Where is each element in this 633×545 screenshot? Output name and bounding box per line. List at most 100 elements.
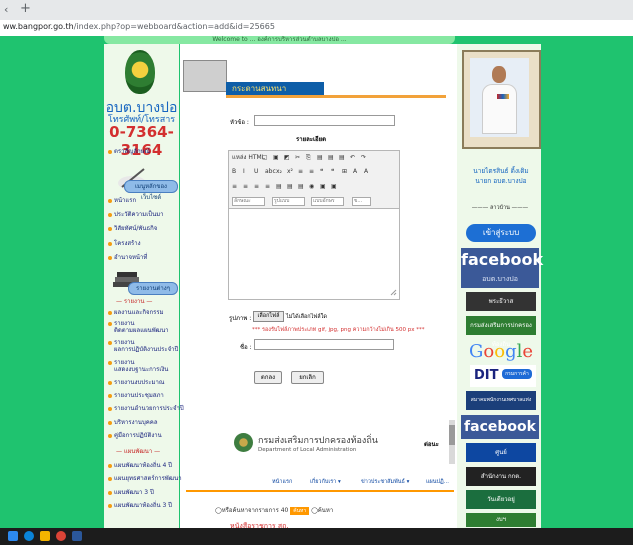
style-select[interactable]: ลักษณะ (232, 197, 265, 206)
editor-btn-2-12[interactable]: A (364, 168, 368, 175)
sidebar-item-activities[interactable]: ผลงานและกิจกรรม (108, 309, 164, 316)
banner-ad-10[interactable]: งบฯ (466, 513, 536, 527)
sidebar-item-budget[interactable]: รายงานงบประมาณ (108, 379, 164, 386)
editor-btn-2-4[interactable]: x₂ (276, 168, 282, 175)
sidebar-item-report-2-sub[interactable]: ผลการปฏิบัติงานประจำปี (114, 346, 178, 353)
sidebar-item-plan-4y[interactable]: แผนพัฒนาท้องถิ่น 4 ปี (108, 462, 172, 469)
banner-ad-2[interactable]: กรมส่งเสริมการปกครองท้องถิ่น (466, 316, 536, 348)
sidebar-item-report-3[interactable]: รายงาน (108, 359, 135, 366)
editor-btn-3-0[interactable]: ≡ (232, 183, 237, 190)
editor-btn-2-2[interactable]: U (254, 168, 258, 175)
banner-ad-5[interactable]: สมาคมพนักงานเทศบาลแห่งประเทศไทย (466, 391, 536, 422)
sidebar-item-history[interactable]: ประวัติความเป็นมา (108, 211, 164, 218)
editor-btn-3-1[interactable]: ≡ (243, 183, 248, 190)
sidebar-item-report-2[interactable]: รายงาน (108, 339, 135, 346)
editor-btn-1-0[interactable]: แหล่ง HTML (232, 154, 265, 161)
news-scroll-thumb[interactable] (449, 425, 455, 445)
windows-icon[interactable] (8, 531, 18, 541)
size-select[interactable]: ข... (352, 197, 371, 206)
editor-btn-1-3[interactable]: ◩ (284, 154, 290, 161)
editor-textarea[interactable] (228, 208, 400, 300)
editor-btn-1-6[interactable]: ▤ (317, 154, 323, 161)
board-logo (183, 60, 227, 92)
radio-list-option[interactable]: ◯ (215, 507, 222, 514)
word-icon[interactable] (72, 531, 82, 541)
format-select[interactable]: รูปแบบ (272, 197, 305, 206)
sidebar-item-annual[interactable]: รายงานอำนวยการประจำปี (108, 405, 184, 412)
sidebar-item-home[interactable]: หน้าแรก (108, 197, 136, 204)
editor-btn-1-4[interactable]: ✂ (295, 154, 300, 161)
new-tab-icon[interactable]: + (20, 1, 31, 16)
sidebar-item-report-1-sub[interactable]: ติดตามผลแผนพัฒนา (114, 327, 169, 334)
editor-btn-2-8[interactable]: ❝ (320, 168, 323, 175)
editor-btn-3-6[interactable]: ▤ (298, 183, 304, 190)
editor-btn-3-8[interactable]: ▣ (320, 183, 326, 190)
sidebar-item-plan-local-3y[interactable]: แผนพัฒนาท้องถิ่น 3 ปี (108, 502, 172, 509)
dept-more-link[interactable]: ต่อนะ (424, 439, 439, 449)
editor-btn-2-3[interactable]: abc (265, 168, 276, 175)
editor-btn-2-0[interactable]: B (232, 168, 236, 175)
back-icon[interactable]: ‹ (4, 3, 8, 16)
banner-ad-7[interactable]: ศูนย์ (466, 443, 536, 462)
editor-btn-1-7[interactable]: ▤ (328, 154, 334, 161)
sidebar-item-manual[interactable]: คู่มือการปฏิบัติงาน (108, 432, 162, 439)
edge-icon[interactable] (24, 531, 34, 541)
address-bar[interactable]: ww.bangpor.go.th/index.php?op=webboard&a… (0, 20, 633, 37)
sidebar-item-plan-3y[interactable]: แผนพัฒนา 3 ปี (108, 489, 154, 496)
editor-btn-3-7[interactable]: ◉ (309, 183, 314, 190)
address-text[interactable]: ww.bangpor.go.th/index.php?op=webboard&a… (3, 22, 275, 31)
editor-btn-1-2[interactable]: ▣ (273, 154, 279, 161)
editor-btn-1-9[interactable]: ↶ (350, 154, 355, 161)
sidebar-item-report-1[interactable]: รายงาน (108, 320, 135, 327)
search-go-button[interactable]: ค้นหา (290, 507, 310, 515)
editor-btn-3-5[interactable]: ▤ (287, 183, 293, 190)
subnav-plan[interactable]: แผนปฏิ... (426, 478, 449, 486)
subject-input[interactable] (254, 115, 395, 126)
sidebar-item-report-3-sub[interactable]: แสดงงบฐานะการเงิน (114, 366, 168, 373)
sidebar-item-strategy[interactable]: แผนยุทธศาสตร์การพัฒนา (108, 475, 182, 482)
url-domain: ww.bangpor.go.th (3, 22, 74, 31)
editor-btn-1-8[interactable]: ▤ (339, 154, 345, 161)
google-banner[interactable]: Google (469, 341, 533, 362)
name-input[interactable] (254, 339, 394, 350)
sidebar-item-hr[interactable]: บริหารงานบุคคล (108, 419, 158, 426)
subnav-about[interactable]: เกี่ยวกับเรา ▾ (310, 478, 341, 486)
sidebar-item-emblem[interactable]: ตราสัญลักษณ์ (108, 148, 150, 155)
sidebar-item-council[interactable]: รายงานประชุมสภา (108, 392, 164, 399)
editor-btn-3-3[interactable]: ≡ (265, 183, 270, 190)
editor-btn-1-10[interactable]: ↷ (361, 154, 366, 161)
editor-btn-2-9[interactable]: ❝ (331, 168, 334, 175)
editor-btn-2-10[interactable]: ⊞ (342, 168, 347, 175)
editor-btn-3-9[interactable]: ▣ (331, 183, 337, 190)
banner-ad-1-text: พระธีวาส (488, 298, 514, 305)
subnav-home[interactable]: หน้าแรก (272, 478, 292, 486)
banner-ad-8[interactable]: สำนักงาน กกต. (466, 467, 536, 486)
subnav-news[interactable]: ข่าวประชาสัมพันธ์ ▾ (361, 478, 409, 486)
sidebar-item-authority[interactable]: อำนาจหน้าที่ (108, 254, 147, 261)
editor-btn-3-4[interactable]: ▤ (276, 183, 282, 190)
facebook-banner-2[interactable]: facebook (461, 415, 539, 439)
editor-btn-3-2[interactable]: ≡ (254, 183, 259, 190)
choose-file-button[interactable]: เลือกไฟล์ (253, 311, 284, 322)
login-button[interactable]: เข้าสู่ระบบ (466, 224, 536, 242)
editor-btn-2-7[interactable]: ≡ (309, 168, 314, 175)
editor-btn-2-11[interactable]: A (353, 168, 357, 175)
submit-button[interactable]: ตกลง (254, 371, 282, 384)
banner-ad-9[interactable]: วันเดียวอยู่ (466, 490, 536, 509)
editor-btn-2-1[interactable]: I (243, 168, 245, 175)
editor-btn-2-6[interactable]: ≡ (298, 168, 303, 175)
resize-handle-icon[interactable] (390, 289, 397, 296)
links-dropdown[interactable]: ——— ลาวบ้าน ——— (462, 203, 538, 213)
cancel-button[interactable]: ยกเลิก (291, 371, 324, 384)
chrome-icon[interactable] (56, 531, 66, 541)
folder-icon[interactable] (40, 531, 50, 541)
editor-btn-1-5[interactable]: ⎘ (306, 154, 311, 161)
radio-search-option[interactable]: ◯ (311, 507, 318, 514)
font-select[interactable]: แบบอักษร (311, 197, 344, 206)
editor-btn-1-1[interactable]: ▢ (262, 154, 268, 161)
image-label: รูปภาพ : (229, 315, 252, 322)
sidebar-item-structure[interactable]: โครงสร้าง (108, 240, 141, 247)
editor-btn-2-5[interactable]: x² (287, 168, 293, 175)
banner-ad-1[interactable]: พระธีวาส (466, 292, 536, 311)
sidebar-item-vision[interactable]: วิสัยทัศน์/พันธกิจ (108, 225, 157, 232)
